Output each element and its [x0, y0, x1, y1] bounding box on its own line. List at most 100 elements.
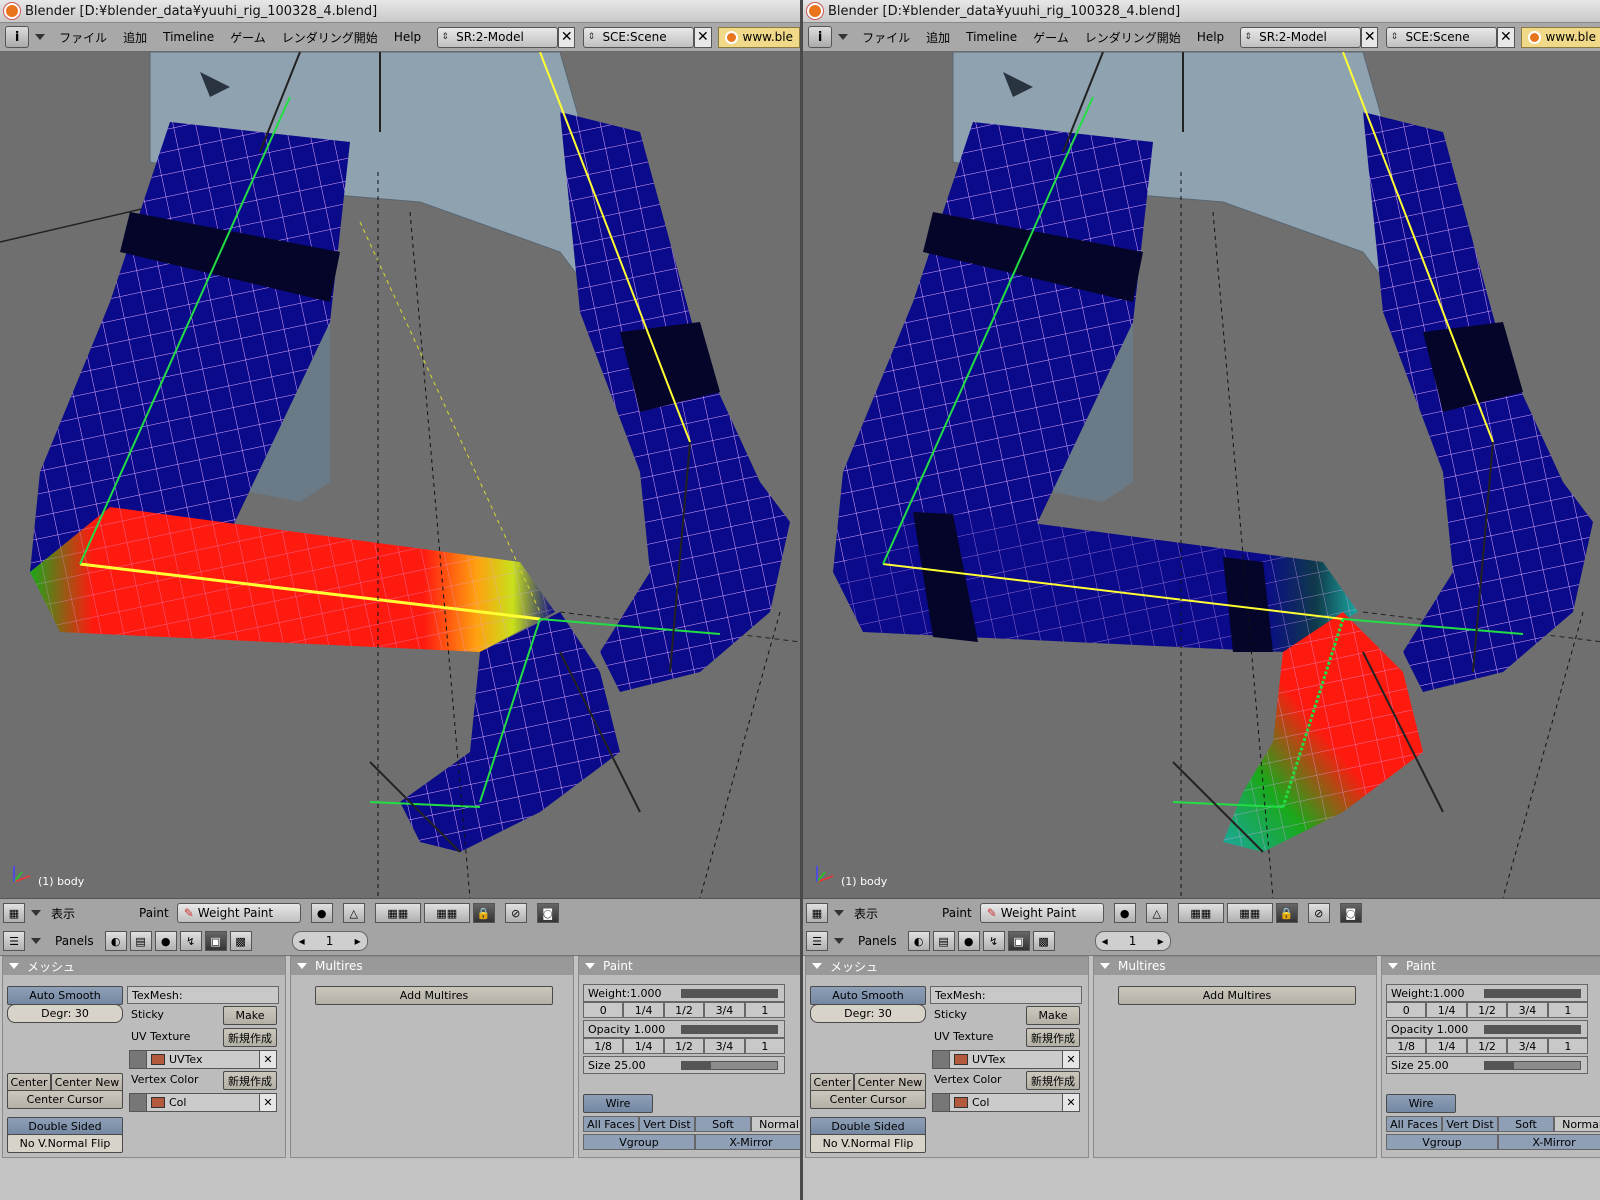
- menu-add[interactable]: 追加: [918, 29, 958, 46]
- opacity-preset-1-4[interactable]: 1/4: [623, 1038, 664, 1054]
- left-arrow-icon[interactable]: ◂: [299, 934, 305, 948]
- panel-header[interactable]: Multires: [1094, 957, 1376, 975]
- left-arrow-icon[interactable]: ◂: [1102, 934, 1108, 948]
- vgroup-toggle[interactable]: Vgroup: [583, 1134, 695, 1150]
- opacity-preset-1-2[interactable]: 1/2: [1466, 1038, 1508, 1054]
- snap-icon[interactable]: △: [1145, 903, 1168, 923]
- panel-header[interactable]: メッシュ: [806, 957, 1088, 975]
- layer-buttons[interactable]: ▦▦: [1226, 903, 1273, 923]
- xmirror-toggle[interactable]: X-Mirror: [1498, 1134, 1600, 1150]
- menu-render[interactable]: レンダリング開始: [274, 29, 386, 46]
- layer-buttons[interactable]: ▦▦: [423, 903, 470, 923]
- panel-header[interactable]: Multires: [291, 957, 573, 975]
- col-row[interactable]: Col ✕: [932, 1093, 1080, 1112]
- vert-dist-toggle[interactable]: Vert Dist: [1442, 1116, 1498, 1132]
- window-type-grid-icon[interactable]: ▦: [3, 903, 25, 923]
- collapse-icon[interactable]: [9, 963, 19, 969]
- scene-icon[interactable]: ▩: [229, 931, 252, 951]
- auto-smooth-button[interactable]: Auto Smooth: [810, 986, 926, 1005]
- sticky-make-button[interactable]: Make: [223, 1006, 277, 1025]
- render-icon[interactable]: ◙: [536, 903, 559, 923]
- panel-header[interactable]: Paint: [1382, 957, 1600, 975]
- opacity-slider[interactable]: Opacity 1.000: [1386, 1020, 1588, 1038]
- shading-icon[interactable]: ●: [154, 931, 177, 951]
- menu-timeline[interactable]: Timeline: [958, 30, 1025, 44]
- opacity-preset-1[interactable]: 1: [1547, 1038, 1589, 1054]
- weight-preset-1-4[interactable]: 1/4: [1426, 1002, 1467, 1018]
- collapse-menu-icon[interactable]: [31, 910, 41, 916]
- opacity-preset-1-8[interactable]: 1/8: [1386, 1038, 1427, 1054]
- frame-field[interactable]: ◂ 1 ▸: [291, 931, 368, 951]
- all-faces-toggle[interactable]: All Faces: [583, 1116, 639, 1132]
- opacity-preset-1-4[interactable]: 1/4: [1426, 1038, 1467, 1054]
- weight-preset-1-4[interactable]: 1/4: [623, 1002, 664, 1018]
- wire-button[interactable]: Wire: [583, 1094, 653, 1113]
- weight-preset-3-4[interactable]: 3/4: [704, 1002, 745, 1018]
- menu-file[interactable]: ファイル: [854, 29, 918, 46]
- delete-icon[interactable]: ✕: [1062, 1051, 1079, 1068]
- collapse-menu-icon[interactable]: [838, 34, 849, 40]
- menu-help[interactable]: Help: [1189, 30, 1232, 44]
- snap-icon[interactable]: △: [342, 903, 365, 923]
- view-menu[interactable]: 表示: [854, 905, 878, 922]
- mode-dropdown[interactable]: ✎ Weight Paint: [979, 903, 1104, 923]
- weight-slider[interactable]: Weight:1.000: [583, 984, 785, 1002]
- opacity-preset-3-4[interactable]: 3/4: [1507, 1038, 1548, 1054]
- size-slider[interactable]: Size 25.00: [1386, 1056, 1588, 1074]
- website-link[interactable]: www.ble: [717, 26, 800, 48]
- panel-header[interactable]: Paint: [579, 957, 800, 975]
- delete-screen-button[interactable]: ✕: [558, 26, 576, 48]
- weight-preset-1[interactable]: 1: [744, 1002, 786, 1018]
- normal-toggle[interactable]: Normal: [1554, 1116, 1600, 1132]
- texmesh-field[interactable]: TexMesh:: [930, 986, 1082, 1004]
- vert-dist-toggle[interactable]: Vert Dist: [639, 1116, 695, 1132]
- no-vnormal-flip-button[interactable]: No V.Normal Flip: [810, 1134, 926, 1153]
- uv-new-button[interactable]: 新規作成: [223, 1028, 277, 1047]
- soft-toggle[interactable]: Soft: [1498, 1116, 1554, 1132]
- view-menu[interactable]: 表示: [51, 905, 75, 922]
- collapse-menu-icon[interactable]: [834, 910, 844, 916]
- lock-icon[interactable]: 🔒: [472, 903, 495, 923]
- shading-icon[interactable]: ●: [957, 931, 980, 951]
- screen-selector[interactable]: ⇕ SR:2-Model: [437, 26, 559, 48]
- center-cursor-button[interactable]: Center Cursor: [810, 1090, 926, 1109]
- no-vnormal-flip-button[interactable]: No V.Normal Flip: [7, 1134, 123, 1153]
- weight-slider[interactable]: Weight:1.000: [1386, 984, 1588, 1002]
- opacity-preset-1-2[interactable]: 1/2: [663, 1038, 705, 1054]
- menu-game[interactable]: ゲーム: [1025, 29, 1077, 46]
- info-window-icon[interactable]: i: [808, 26, 833, 48]
- degr-field[interactable]: Degr: 30: [810, 1004, 926, 1023]
- layer-buttons[interactable]: ▦▦: [1177, 903, 1224, 923]
- panels-menu[interactable]: Panels: [858, 934, 897, 948]
- opacity-slider[interactable]: Opacity 1.000: [583, 1020, 785, 1038]
- vcol-new-button[interactable]: 新規作成: [223, 1071, 277, 1090]
- collapse-icon[interactable]: [812, 963, 822, 969]
- collapse-icon[interactable]: [1100, 963, 1110, 969]
- delete-icon[interactable]: ✕: [1062, 1094, 1079, 1111]
- scene-selector[interactable]: ⇕ SCE:Scene: [583, 26, 695, 48]
- collapse-icon[interactable]: [585, 963, 595, 969]
- mode-dropdown[interactable]: ✎ Weight Paint: [176, 903, 301, 923]
- collapse-icon[interactable]: [1388, 963, 1398, 969]
- right-arrow-icon[interactable]: ▸: [355, 934, 361, 948]
- vcol-new-button[interactable]: 新規作成: [1026, 1071, 1080, 1090]
- frame-field[interactable]: ◂ 1 ▸: [1094, 931, 1171, 951]
- sticky-make-button[interactable]: Make: [1026, 1006, 1080, 1025]
- menu-file[interactable]: ファイル: [51, 29, 115, 46]
- screen-selector[interactable]: ⇕ SR:2-Model: [1240, 26, 1362, 48]
- menu-timeline[interactable]: Timeline: [155, 30, 222, 44]
- weight-preset-3-4[interactable]: 3/4: [1507, 1002, 1548, 1018]
- collapse-menu-icon[interactable]: [31, 938, 41, 944]
- wire-button[interactable]: Wire: [1386, 1094, 1456, 1113]
- normal-toggle[interactable]: Normal: [751, 1116, 800, 1132]
- window-type-grid-icon[interactable]: ▦: [806, 903, 828, 923]
- weight-preset-1[interactable]: 1: [1547, 1002, 1589, 1018]
- opacity-preset-1-8[interactable]: 1/8: [583, 1038, 624, 1054]
- weight-preset-1-2[interactable]: 1/2: [1466, 1002, 1508, 1018]
- right-arrow-icon[interactable]: ▸: [1158, 934, 1164, 948]
- add-multires-button[interactable]: Add Multires: [315, 986, 553, 1005]
- editing-icon[interactable]: ▣: [204, 931, 227, 951]
- menu-render[interactable]: レンダリング開始: [1077, 29, 1189, 46]
- uvtex-row[interactable]: UVTex ✕: [129, 1050, 277, 1069]
- collapse-menu-icon[interactable]: [834, 938, 844, 944]
